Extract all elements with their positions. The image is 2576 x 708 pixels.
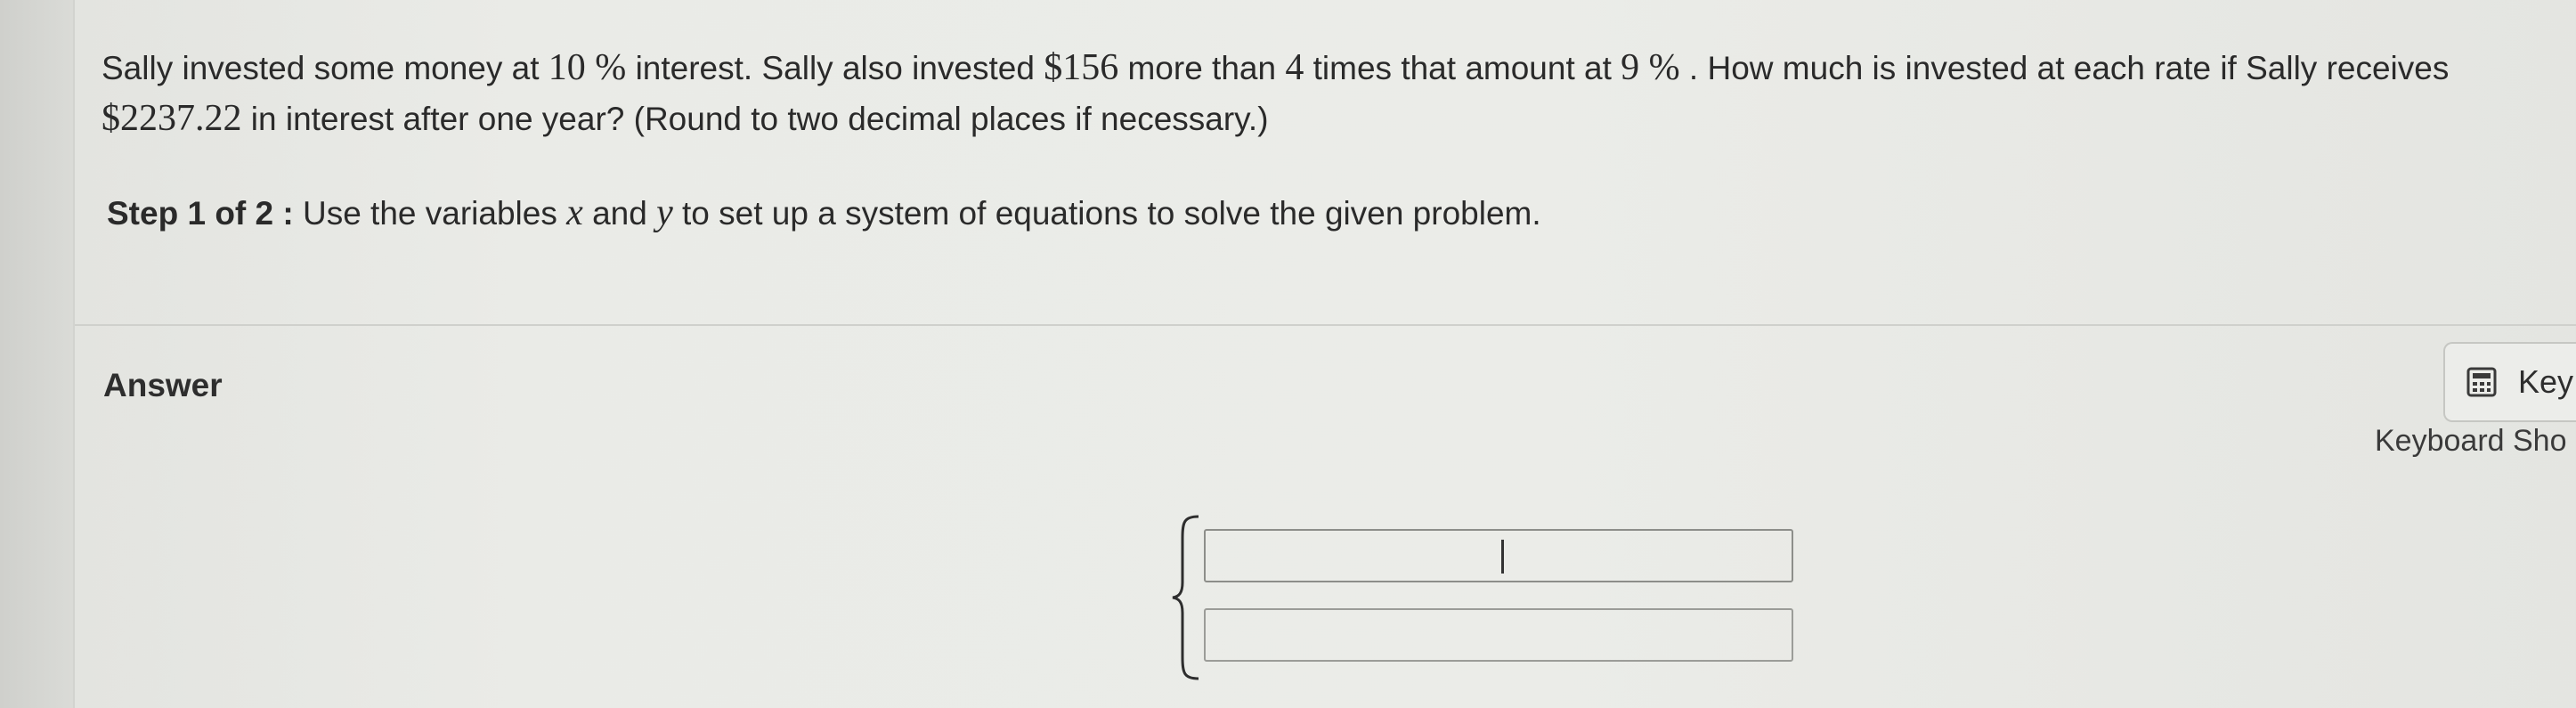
multiplier: 4 xyxy=(1285,47,1304,88)
keypad-label: Key xyxy=(2518,363,2574,400)
section-divider xyxy=(75,324,2576,326)
extra-amount: $156 xyxy=(1044,47,1119,88)
text-cursor xyxy=(1501,540,1504,574)
question-card: Sally invested some money at 10 % intere… xyxy=(75,0,2576,708)
step-instruction: Step 1 of 2 : Use the variables x and y … xyxy=(107,191,1541,236)
step-label: Step 1 of 2 : xyxy=(107,195,294,232)
variable-y: y xyxy=(656,192,673,233)
question-part: interest. Sally also invested xyxy=(626,50,1044,86)
rate-two: 9 % xyxy=(1621,47,1680,88)
step-text: Use the variables xyxy=(302,195,567,232)
calculator-icon xyxy=(2466,367,2497,397)
question-part: Sally invested some money at xyxy=(102,50,549,86)
rate-one: 10 % xyxy=(548,47,627,88)
question-text: Sally invested some money at 10 % intere… xyxy=(102,43,2576,144)
step-text: and xyxy=(582,195,657,232)
question-part: more than xyxy=(1118,50,1286,86)
total-interest: $2237.22 xyxy=(102,98,242,139)
question-part: times that amount at xyxy=(1304,50,1621,86)
variable-x: x xyxy=(566,192,583,233)
keypad-button[interactable]: Key xyxy=(2443,342,2576,422)
system-brace-icon xyxy=(1172,515,1199,680)
answer-label: Answer xyxy=(103,367,223,403)
equation-input-2[interactable] xyxy=(1204,608,1793,662)
question-part: in interest after one year? (Round to tw… xyxy=(241,101,1269,137)
step-text: to set up a system of equations to solve… xyxy=(672,195,1541,232)
left-gutter xyxy=(0,0,75,708)
question-part: . How much is invested at each rate if S… xyxy=(1679,50,2450,86)
keyboard-shortcuts-link[interactable]: Keyboard Sho xyxy=(2375,424,2567,459)
equation-input-1[interactable] xyxy=(1204,529,1793,582)
